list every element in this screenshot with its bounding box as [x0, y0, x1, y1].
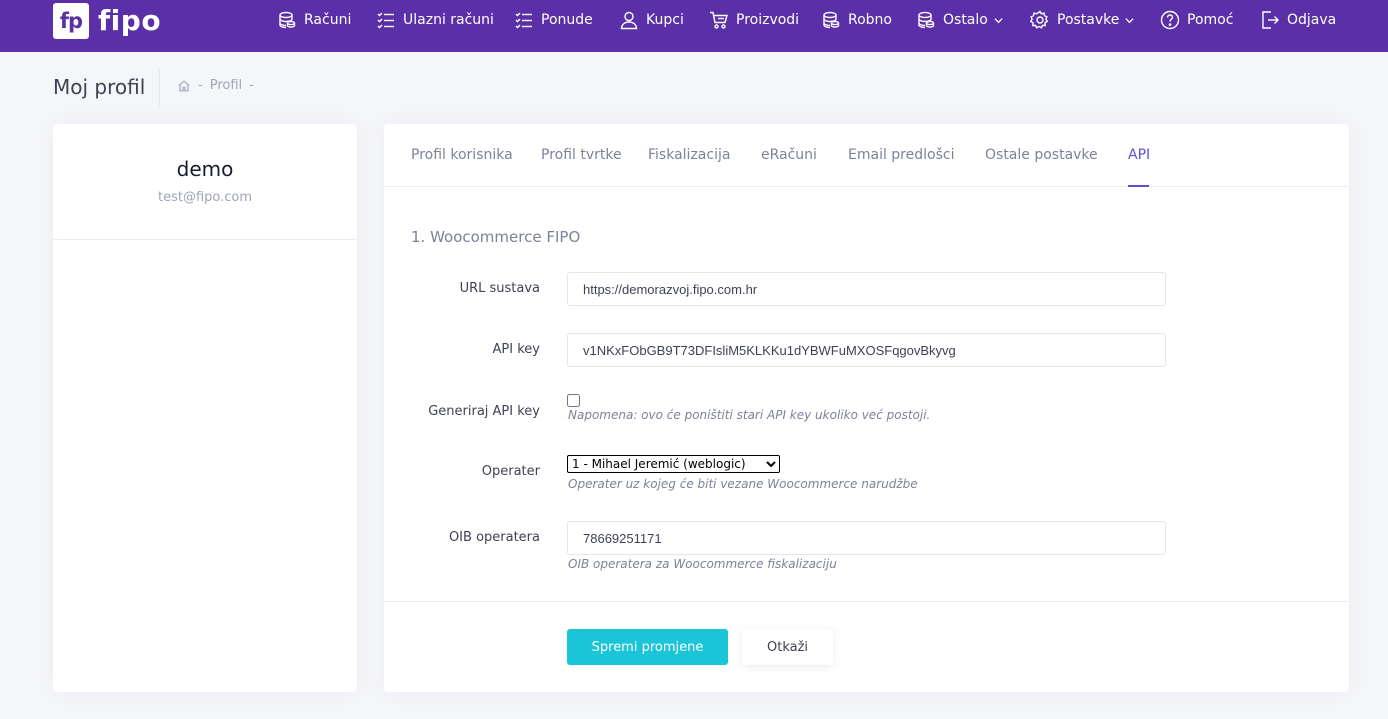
oib-hint: OIB operatera za Woocommerce fiskalizaci… — [568, 557, 837, 571]
header-divider — [159, 70, 160, 106]
logo[interactable]: fp fipo — [53, 2, 161, 39]
coins-icon — [918, 11, 935, 29]
generate-api-key-hint: Napomena: ovo će poništiti stari API key… — [568, 408, 931, 422]
operater-label: Operater — [481, 464, 540, 479]
generate-api-key-label: Generiraj API key — [428, 404, 540, 419]
oib-input[interactable] — [567, 521, 1166, 555]
nav-label: Pomoć — [1187, 12, 1234, 28]
breadcrumb-separator: - — [198, 78, 203, 93]
nav-item-proizvodi[interactable]: Proizvodi — [709, 6, 799, 34]
nav-item-ostalo[interactable]: Ostalo — [916, 6, 1004, 34]
url-label: URL sustava — [459, 281, 540, 296]
profile-email: test@fipo.com — [157, 190, 253, 205]
tab-eracuni[interactable]: eRačuni — [761, 147, 817, 163]
api-key-input[interactable] — [567, 333, 1166, 367]
page-title: Moj profil — [53, 75, 146, 99]
checklist-icon — [377, 12, 394, 29]
chevron-down-icon — [1125, 17, 1135, 23]
operater-hint: Operater uz kojeg će biti vezane Woocomm… — [568, 477, 918, 491]
url-input[interactable] — [567, 272, 1166, 306]
cart-icon — [710, 11, 728, 29]
checklist-icon — [515, 12, 532, 29]
tab-fiskalizacija[interactable]: Fiskalizacija — [648, 147, 730, 163]
nav-label: Odjava — [1287, 12, 1337, 28]
logout-icon — [1262, 11, 1279, 29]
nav-label: Postavke — [1057, 12, 1120, 28]
nav-item-racuni[interactable]: Računi — [277, 6, 351, 34]
nav-item-robno[interactable]: Robno — [821, 6, 892, 34]
nav-item-ponude[interactable]: Ponude — [514, 6, 593, 34]
logo-mark: fp — [53, 2, 89, 39]
footer-divider — [384, 601, 1349, 602]
nav-item-odjava[interactable]: Odjava — [1260, 6, 1336, 34]
logo-text: fipo — [98, 4, 162, 37]
generate-api-key-checkbox[interactable] — [567, 394, 580, 407]
nav-label: Ulazni računi — [403, 12, 494, 28]
profile-card: demo test@fipo.com — [53, 124, 357, 692]
oib-label: OIB operatera — [448, 530, 540, 545]
home-icon[interactable] — [177, 79, 191, 93]
profile-divider — [53, 239, 357, 240]
breadcrumb-separator: - — [249, 78, 254, 93]
nav-label: Kupci — [646, 12, 684, 28]
nav-label: Ponude — [541, 12, 593, 28]
nav-label: Robno — [848, 12, 892, 28]
chevron-down-icon — [994, 17, 1003, 23]
nav-label: Računi — [304, 12, 352, 28]
nav-item-ulazni-racuni[interactable]: Ulazni računi — [376, 6, 494, 34]
save-button[interactable]: Spremi promjene — [567, 629, 728, 665]
nav-item-kupci[interactable]: Kupci — [619, 6, 684, 34]
profile-name: demo — [176, 157, 234, 181]
top-navbar: fp fipo Računi Ulazni računi Ponude Kupc… — [0, 0, 1388, 52]
cancel-button[interactable]: Otkaži — [742, 629, 833, 665]
settings-card: Profil korisnika Profil tvrtke Fiskaliza… — [384, 124, 1349, 692]
help-icon — [1160, 10, 1180, 30]
section-title: 1. Woocommerce FIPO — [411, 228, 581, 246]
nav-label: Ostalo — [943, 12, 988, 28]
breadcrumb-item-profil[interactable]: Profil — [210, 78, 242, 93]
tabs-border — [384, 186, 1349, 187]
nav-item-pomoc[interactable]: Pomoć — [1160, 6, 1233, 34]
nav-item-postavke[interactable]: Postavke — [1030, 6, 1135, 34]
tab-profil-korisnika[interactable]: Profil korisnika — [411, 147, 513, 163]
breadcrumb: - Profil - — [177, 78, 261, 93]
tab-email-predlosci[interactable]: Email predlošci — [848, 147, 954, 163]
coins-icon — [823, 11, 840, 29]
tab-ostale-postavke[interactable]: Ostale postavke — [985, 147, 1098, 163]
api-key-label: API key — [492, 342, 540, 357]
active-tab-indicator — [1128, 185, 1149, 187]
gear-icon — [1030, 10, 1049, 29]
tab-api[interactable]: API — [1128, 147, 1150, 163]
coins-icon — [279, 11, 296, 29]
nav-label: Proizvodi — [736, 12, 800, 28]
tab-profil-tvrtke[interactable]: Profil tvrtke — [541, 147, 622, 163]
user-icon — [620, 11, 638, 30]
operater-select[interactable]: 1 - Mihael Jeremić (weblogic) — [567, 455, 780, 473]
